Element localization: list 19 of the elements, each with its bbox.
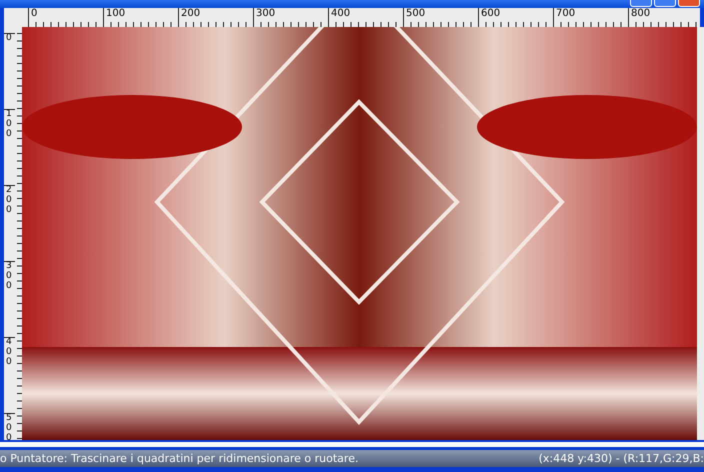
close-button[interactable]	[678, 0, 700, 7]
minimize-button[interactable]	[630, 0, 652, 7]
ruler-label: 200	[178, 8, 253, 22]
ruler-label: 100	[4, 109, 15, 185]
ruler-label: 200	[4, 185, 15, 261]
ruler-label: 700	[553, 8, 628, 22]
ruler-label: 0	[4, 33, 15, 109]
ruler-label: 800	[628, 8, 703, 22]
ruler-label: 600	[478, 8, 553, 22]
ruler-label: 400	[328, 8, 403, 22]
ruler-label: 400	[4, 337, 15, 413]
ruler-label: 300	[4, 261, 15, 337]
ruler-label: 300	[253, 8, 328, 22]
ruler-label: 0	[28, 8, 103, 22]
status-info: (x:448 y:430) - (R:117,G:29,B:	[538, 452, 704, 465]
status-hint: o Puntatore: Trascinare i quadratini per ridimensionare o ruotare.	[0, 452, 358, 465]
ruler-label: 500	[403, 8, 478, 22]
maximize-button[interactable]	[654, 0, 676, 7]
ruler-label: 100	[103, 8, 178, 22]
